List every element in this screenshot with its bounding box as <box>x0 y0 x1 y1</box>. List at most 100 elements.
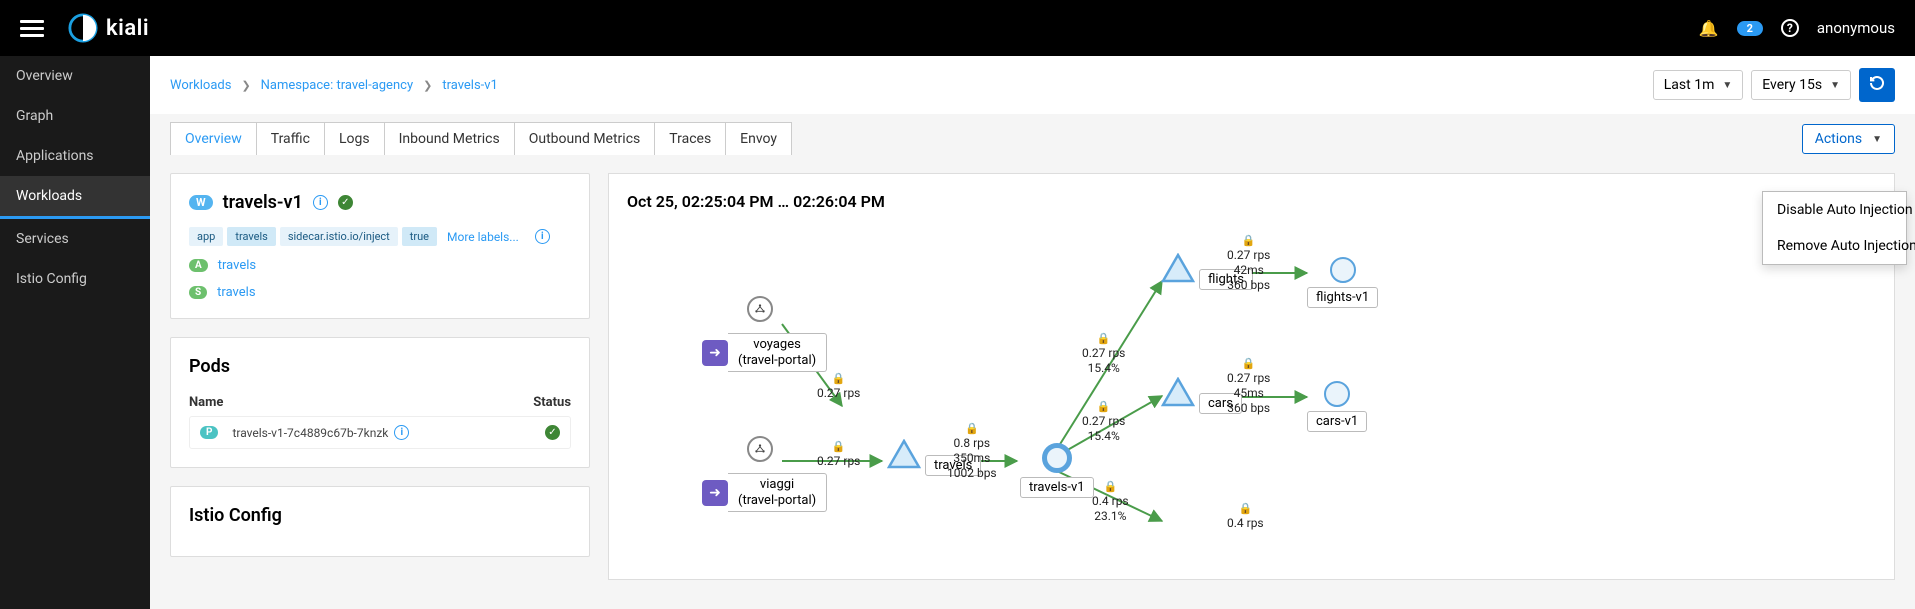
sidebar: Overview Graph Applications Workloads Se… <box>0 56 150 609</box>
more-labels-link[interactable]: More labels... <box>447 230 519 244</box>
app-badge: A <box>189 259 208 272</box>
info-icon[interactable]: i <box>535 229 550 244</box>
label-value: true <box>402 227 437 246</box>
sidebar-item-istio-config[interactable]: Istio Config <box>0 259 150 299</box>
service-icon <box>1161 253 1195 283</box>
username[interactable]: anonymous <box>1817 19 1895 37</box>
tab-traffic[interactable]: Traffic <box>256 122 325 155</box>
pod-row: P travels-v1-7c4889c67b-7knzk i ✓ <box>189 416 571 449</box>
tab-inbound-metrics[interactable]: Inbound Metrics <box>384 122 515 155</box>
node-label: cars-v1 <box>1307 411 1367 432</box>
brand-logo[interactable]: kiali <box>68 13 149 43</box>
lock-icon: 🔒 <box>1097 400 1111 413</box>
graph-panel: Oct 25, 02:25:04 PM … 02:26:04 PM <box>608 173 1895 580</box>
caret-down-icon: ▼ <box>1830 80 1840 91</box>
edge-metric: 360 bps <box>1227 401 1270 415</box>
edge-metric: 0.4 rps <box>1092 494 1129 508</box>
sidebar-item-applications[interactable]: Applications <box>0 136 150 176</box>
workload-entry-icon: ➜ <box>702 480 728 506</box>
edge-metric: 1002 bps <box>947 466 997 480</box>
edge-metric: 15.4% <box>1088 429 1120 443</box>
edge-metric: 15.4% <box>1088 361 1120 375</box>
lock-icon: 🔒 <box>1242 234 1256 247</box>
edge-metric: 0.27 rps <box>817 386 860 400</box>
graph-node-voyages[interactable]: ➜ voyages(travel-portal) <box>702 333 827 372</box>
label-key: sidecar.istio.io/inject <box>280 227 398 246</box>
edge-metric: 360 bps <box>1227 278 1270 292</box>
virtual-service-icon <box>747 296 773 322</box>
istio-config-card: Istio Config <box>170 486 590 557</box>
graph-node-viaggi-virt[interactable] <box>747 436 773 462</box>
lock-icon: 🔒 <box>1103 480 1117 493</box>
refresh-button[interactable] <box>1859 68 1895 102</box>
action-remove-auto-injection[interactable]: Remove Auto Injection <box>1763 228 1906 264</box>
breadcrumb-leaf[interactable]: travels-v1 <box>442 78 498 93</box>
edge-metric: 45ms <box>1234 386 1264 400</box>
tab-bar: Overview Traffic Logs Inbound Metrics Ou… <box>150 122 1915 155</box>
brand-name: kiali <box>106 16 149 41</box>
lock-icon: 🔒 <box>832 440 846 453</box>
help-icon[interactable]: ? <box>1781 19 1799 37</box>
pods-card: Pods Name Status P travels-v1-7c4889c67b… <box>170 337 590 468</box>
health-ok-icon: ✓ <box>545 425 560 440</box>
pod-name: travels-v1-7c4889c67b-7knzk <box>232 426 388 440</box>
health-ok-icon: ✓ <box>338 195 353 210</box>
node-sublabel: (travel-portal) <box>738 353 816 368</box>
node-label: travels-v1 <box>1020 477 1094 498</box>
breadcrumb-namespace[interactable]: Namespace: travel-agency <box>261 78 413 93</box>
tab-traces[interactable]: Traces <box>654 122 726 155</box>
edge-metric: 0.27 rps <box>1227 371 1270 385</box>
workload-badge: W <box>189 195 213 210</box>
graph-time-range: Oct 25, 02:25:04 PM … 02:26:04 PM <box>627 192 1876 211</box>
edge-metric: 0.4 rps <box>1227 516 1264 530</box>
hamburger-icon[interactable] <box>20 16 44 41</box>
graph-node-voyages-virt[interactable] <box>747 296 773 322</box>
workload-entry-icon: ➜ <box>702 340 728 366</box>
tab-logs[interactable]: Logs <box>324 122 385 155</box>
sidebar-item-workloads[interactable]: Workloads <box>0 176 150 219</box>
pods-title: Pods <box>189 356 571 377</box>
graph-node-cars-v1[interactable]: cars-v1 <box>1307 381 1367 432</box>
chevron-right-icon: ❯ <box>423 79 432 92</box>
pods-col-status: Status <box>533 395 571 410</box>
caret-down-icon: ▼ <box>1722 80 1732 91</box>
service-icon <box>1161 377 1195 407</box>
time-range-select[interactable]: Last 1m ▼ <box>1653 70 1744 100</box>
actions-label: Actions <box>1815 131 1862 147</box>
sidebar-item-services[interactable]: Services <box>0 219 150 259</box>
graph-node-flights-v1[interactable]: flights-v1 <box>1307 257 1378 308</box>
service-icon <box>887 439 921 469</box>
service-badge: S <box>189 286 207 299</box>
breadcrumb-root[interactable]: Workloads <box>170 78 231 93</box>
edge-metric: 0.8 rps <box>953 436 990 450</box>
workload-icon <box>1330 257 1356 283</box>
edge-metric: 0.27 rps <box>1082 346 1125 360</box>
chevron-right-icon: ❯ <box>241 79 250 92</box>
graph-node-viaggi[interactable]: ➜ viaggi(travel-portal) <box>702 473 827 512</box>
action-disable-auto-injection[interactable]: Disable Auto Injection <box>1763 192 1906 228</box>
mini-graph[interactable]: ➜ voyages(travel-portal) ➜ viaggi(travel… <box>627 221 1876 561</box>
info-icon[interactable]: i <box>313 195 328 210</box>
kiali-logo-icon <box>68 13 98 43</box>
refresh-interval-value: Every 15s <box>1762 77 1822 93</box>
notification-badge[interactable]: 2 <box>1737 21 1763 36</box>
tab-overview[interactable]: Overview <box>170 122 257 155</box>
tab-outbound-metrics[interactable]: Outbound Metrics <box>514 122 656 155</box>
actions-button[interactable]: Actions ▼ <box>1802 124 1895 154</box>
sidebar-item-overview[interactable]: Overview <box>0 56 150 96</box>
edge-metric: 23.1% <box>1094 509 1126 523</box>
app-link[interactable]: travels <box>218 258 256 273</box>
node-sublabel: (travel-portal) <box>738 493 816 508</box>
service-link[interactable]: travels <box>217 285 255 300</box>
graph-node-travels-v1[interactable]: travels-v1 <box>1020 443 1094 498</box>
top-header: kiali 🔔 2 ? anonymous <box>0 0 1915 56</box>
refresh-icon <box>1869 75 1885 91</box>
tab-envoy[interactable]: Envoy <box>725 122 792 155</box>
refresh-interval-select[interactable]: Every 15s ▼ <box>1751 70 1851 100</box>
node-label: flights-v1 <box>1307 287 1378 308</box>
edge-metric: 0.27 rps <box>817 454 860 468</box>
bell-icon[interactable]: 🔔 <box>1699 19 1719 38</box>
edge-metric: 42ms <box>1234 263 1264 277</box>
info-icon[interactable]: i <box>394 425 409 440</box>
sidebar-item-graph[interactable]: Graph <box>0 96 150 136</box>
